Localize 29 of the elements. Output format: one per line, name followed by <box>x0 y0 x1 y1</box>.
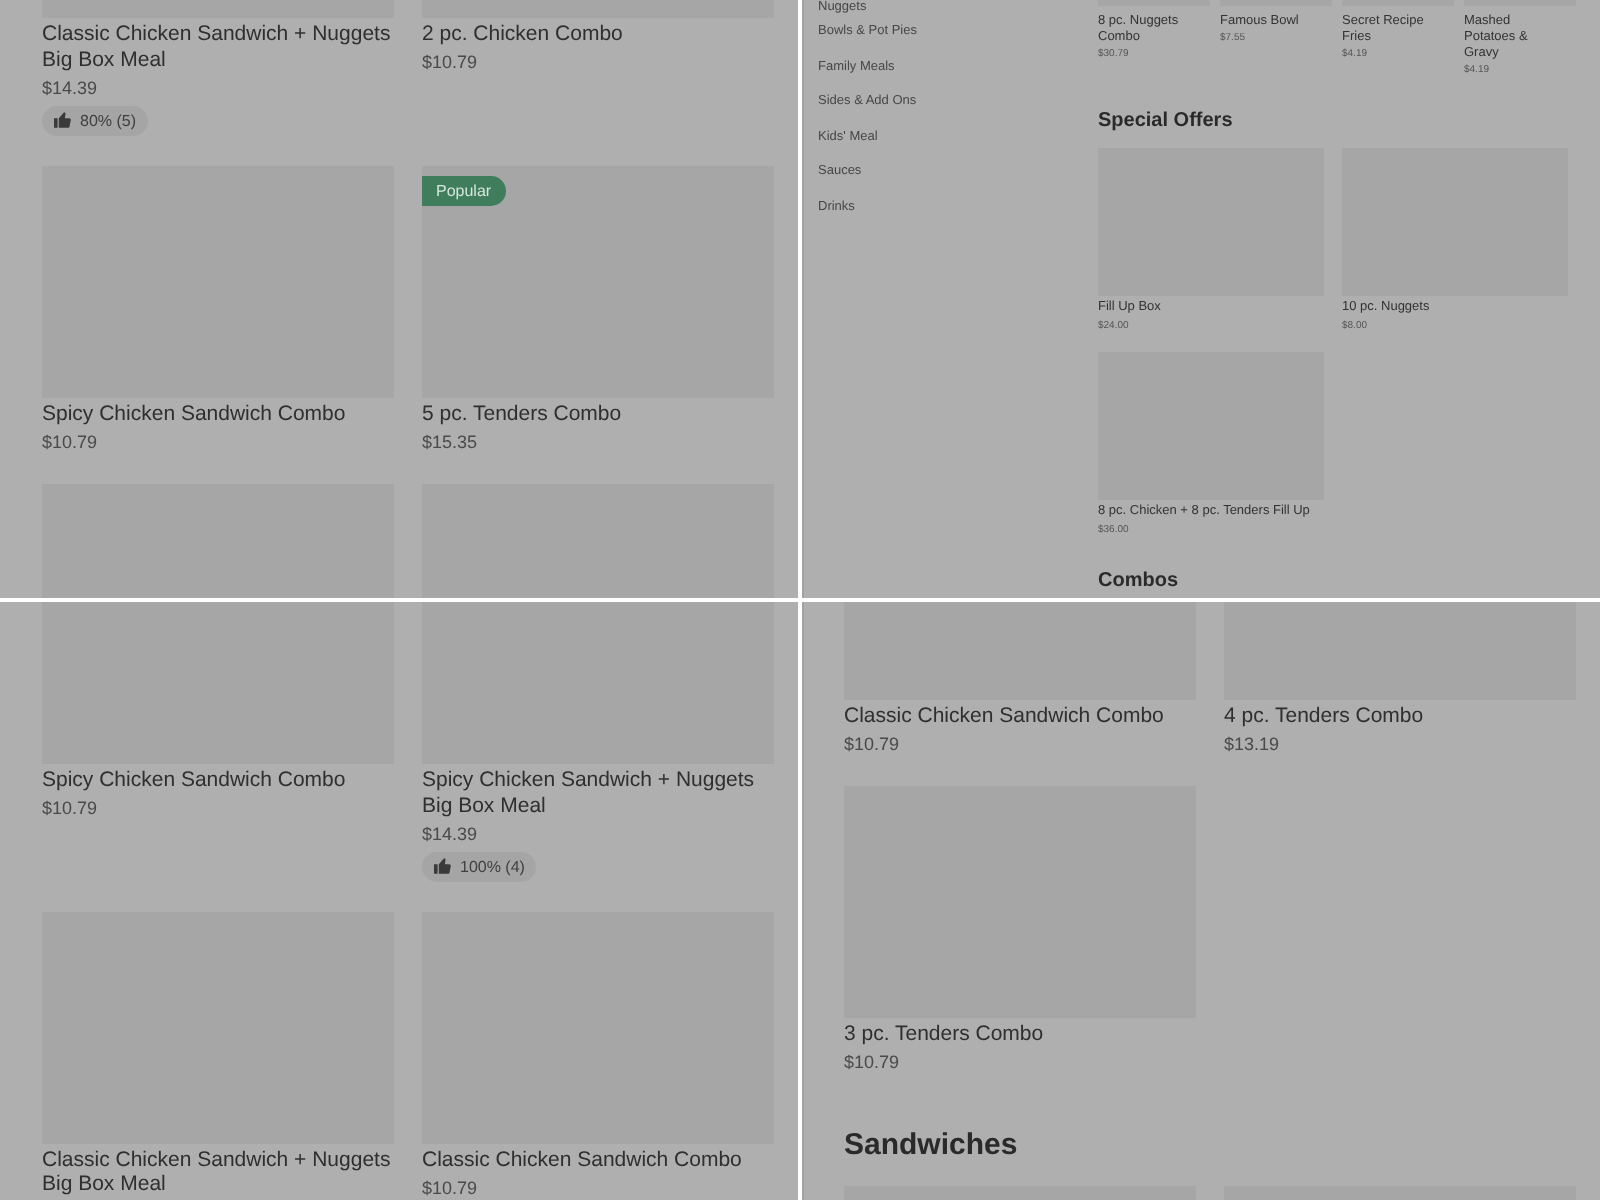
item-title: 2 pc. Chicken Combo <box>422 22 625 47</box>
item-price: $14.39 <box>42 75 100 99</box>
item-price: $10.79 <box>422 50 480 74</box>
thumbs-up-icon <box>54 112 72 128</box>
item-title: Spicy Chicken Sandwich Combo <box>42 768 348 793</box>
item-price: $15.35 <box>422 429 480 453</box>
rating-text: 100% (4) <box>460 855 525 880</box>
item-price: $14.39 <box>422 821 480 845</box>
item-title: Classic Chicken Sandwich + Nuggets Big Box Meal <box>42 1147 393 1197</box>
section-heading: Special Offers <box>1098 110 1235 134</box>
item-price: $10.79 <box>844 1050 902 1074</box>
item-title: 5 pc. Tenders Combo <box>422 401 624 426</box>
item-price: $10.79 <box>422 1175 480 1199</box>
item-price: $10.79 <box>42 429 100 453</box>
section-heading: Combos <box>1098 570 1180 594</box>
item-price: $13.19 <box>1224 732 1282 756</box>
item-price: $10.79 <box>42 796 100 820</box>
item-title: Spicy Chicken Sandwich + Nuggets Big Box Meal <box>422 768 757 818</box>
item-title: Classic Chicken Sandwich + Nuggets Big Box Meal <box>42 22 393 72</box>
item-title: 4 pc. Tenders Combo <box>1224 704 1426 729</box>
thumbs-up-icon <box>434 858 452 874</box>
item-title: 3 pc. Tenders Combo <box>844 1022 1046 1047</box>
rating-text: 80% (5) <box>80 109 137 134</box>
item-badge: Popular <box>422 175 506 205</box>
item-title: Classic Chicken Sandwich Combo <box>844 704 1166 729</box>
item-title: Spicy Chicken Sandwich Combo <box>42 401 348 426</box>
section-heading: Sandwiches <box>844 1128 1020 1164</box>
item-price: $10.79 <box>844 732 902 756</box>
item-title: Classic Chicken Sandwich Combo <box>422 1147 744 1172</box>
